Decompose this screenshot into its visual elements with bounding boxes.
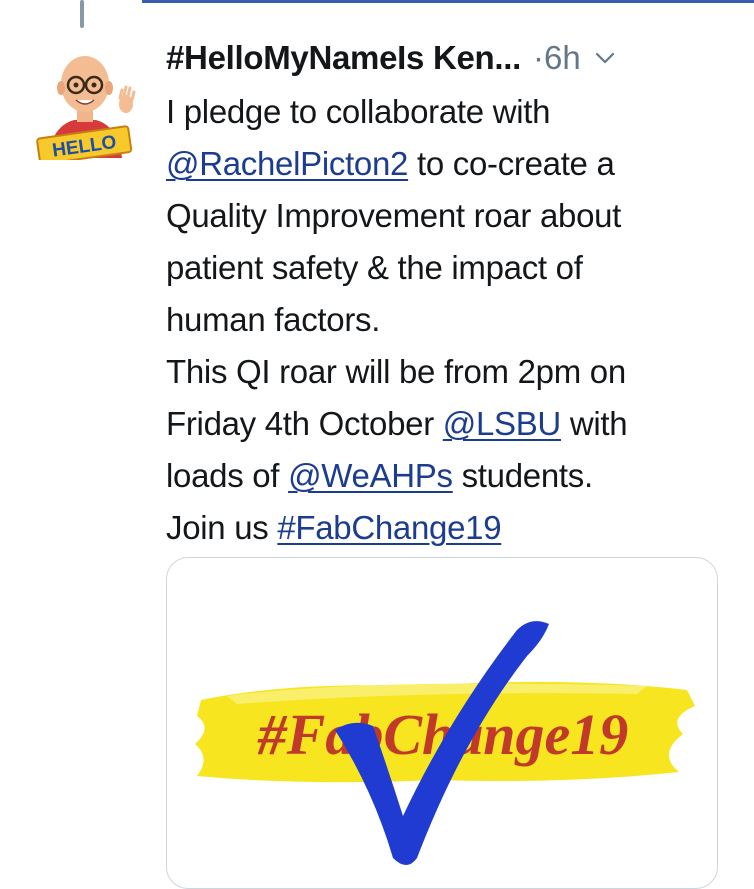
tweet-line-7: Friday 4th October @LSBU with: [166, 405, 628, 442]
tweet-line-8: loads of @WeAHPs students.: [166, 457, 593, 494]
hashtag-fabchange19-link[interactable]: #FabChange19: [277, 509, 501, 546]
tweet-line-9: Join us #FabChange19: [166, 509, 502, 546]
avatar[interactable]: HELLO: [36, 40, 136, 166]
memoji-hello-icon: HELLO: [36, 56, 136, 166]
top-accent-bar: [142, 0, 754, 3]
tweet-line-2: @RachelPicton2 to co-create a: [166, 145, 615, 182]
mention-weahps-link[interactable]: @WeAHPs: [288, 457, 453, 494]
media-card[interactable]: #FabChange19: [166, 557, 718, 889]
tweet-line-1: I pledge to collaborate with: [166, 93, 551, 130]
tweet-line-5: human factors.: [166, 301, 381, 338]
chevron-down-icon[interactable]: [595, 47, 617, 69]
timestamp[interactable]: 6h: [544, 39, 581, 77]
tweet-line-6: This QI roar will be from 2pm on: [166, 353, 626, 390]
separator-dot: ·: [533, 39, 544, 76]
tweet-line-4: patient safety & the impact of: [166, 249, 583, 286]
mention-rachelpicton2-link[interactable]: @RachelPicton2: [166, 145, 408, 182]
display-name[interactable]: #HelloMyNameIs Ken...: [166, 39, 521, 77]
fabchange19-image: #FabChange19: [195, 621, 695, 865]
mention-lsbu-link[interactable]: @LSBU: [443, 405, 562, 442]
thread-connector-line: [80, 0, 84, 28]
tweet-line-3: Quality Improvement roar about: [166, 197, 622, 234]
tweet-header: #HelloMyNameIs Ken... · 6h: [166, 36, 746, 80]
tweet-body: I pledge to collaborate with @RachelPict…: [166, 86, 746, 554]
